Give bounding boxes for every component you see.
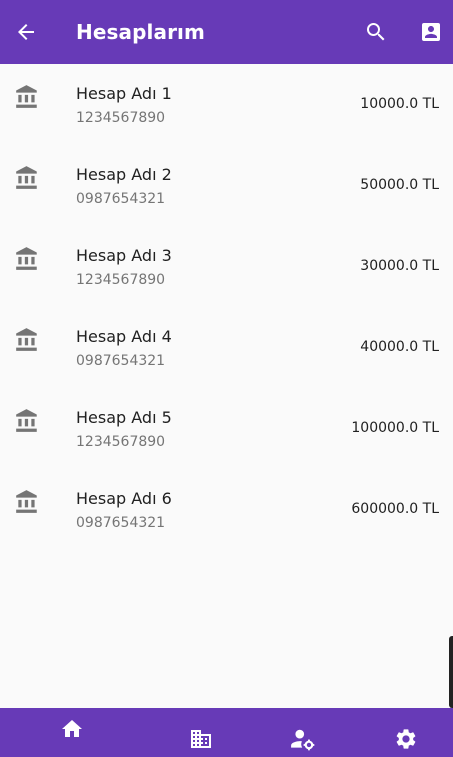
account-name: Hesap Adı 3: [76, 246, 172, 265]
list-item[interactable]: Hesap Adı 4 0987654321 40000.0 TL: [0, 307, 453, 388]
account-number: 1234567890: [76, 110, 166, 126]
account-balance: 50000.0 TL: [360, 177, 439, 193]
account-box-icon: [422, 23, 440, 41]
account-balance: 40000.0 TL: [360, 339, 439, 355]
bank-icon: [16, 490, 37, 513]
bank-icon: [16, 85, 37, 108]
nav-settings-button[interactable]: [376, 714, 436, 757]
search-button[interactable]: [362, 18, 390, 46]
business-icon: [191, 729, 211, 748]
list-item[interactable]: Hesap Adı 3 1234567890 30000.0 TL: [0, 226, 453, 307]
scroll-handle[interactable]: [449, 636, 453, 708]
account-name: Hesap Adı 4: [76, 327, 172, 346]
bank-icon: [16, 166, 37, 189]
accounts-list: Hesap Adı 1 1234567890 10000.0 TL Hesap …: [0, 64, 453, 550]
app-screen: Hesaplarım Hesap Adı 1 1234567890 10000.…: [0, 0, 453, 757]
account-name: Hesap Adı 1: [76, 84, 172, 103]
account-name: Hesap Adı 5: [76, 408, 172, 427]
account-name: Hesap Adı 2: [76, 165, 172, 184]
settings-icon: [396, 728, 416, 749]
account-number: 1234567890: [76, 434, 166, 450]
home-icon: [62, 719, 82, 737]
account-name: Hesap Adı 6: [76, 489, 172, 508]
app-bar: Hesaplarım: [0, 0, 453, 64]
list-item[interactable]: Hesap Adı 1 1234567890 10000.0 TL: [0, 64, 453, 145]
bottom-navigation: [0, 708, 453, 757]
account-button[interactable]: [417, 18, 445, 46]
account-number: 0987654321: [76, 353, 166, 369]
account-balance: 10000.0 TL: [360, 96, 439, 112]
arrow-back-icon: [18, 24, 34, 40]
bank-icon: [16, 328, 37, 351]
nav-home-button[interactable]: [42, 704, 102, 753]
search-icon: [367, 23, 385, 41]
account-number: 0987654321: [76, 191, 166, 207]
page-title: Hesaplarım: [76, 20, 205, 44]
list-item[interactable]: Hesap Adı 6 0987654321 600000.0 TL: [0, 469, 453, 550]
back-button[interactable]: [12, 18, 40, 46]
account-balance: 600000.0 TL: [351, 501, 439, 517]
bank-icon: [16, 409, 37, 432]
manage-accounts-icon: [291, 729, 315, 750]
list-item[interactable]: Hesap Adı 5 1234567890 100000.0 TL: [0, 388, 453, 469]
account-number: 0987654321: [76, 515, 166, 531]
bank-icon: [16, 247, 37, 270]
account-balance: 100000.0 TL: [351, 420, 439, 436]
list-item[interactable]: Hesap Adı 2 0987654321 50000.0 TL: [0, 145, 453, 226]
account-balance: 30000.0 TL: [360, 258, 439, 274]
account-number: 1234567890: [76, 272, 166, 288]
nav-manage-accounts-button[interactable]: [273, 714, 333, 757]
nav-business-button[interactable]: [171, 714, 231, 757]
